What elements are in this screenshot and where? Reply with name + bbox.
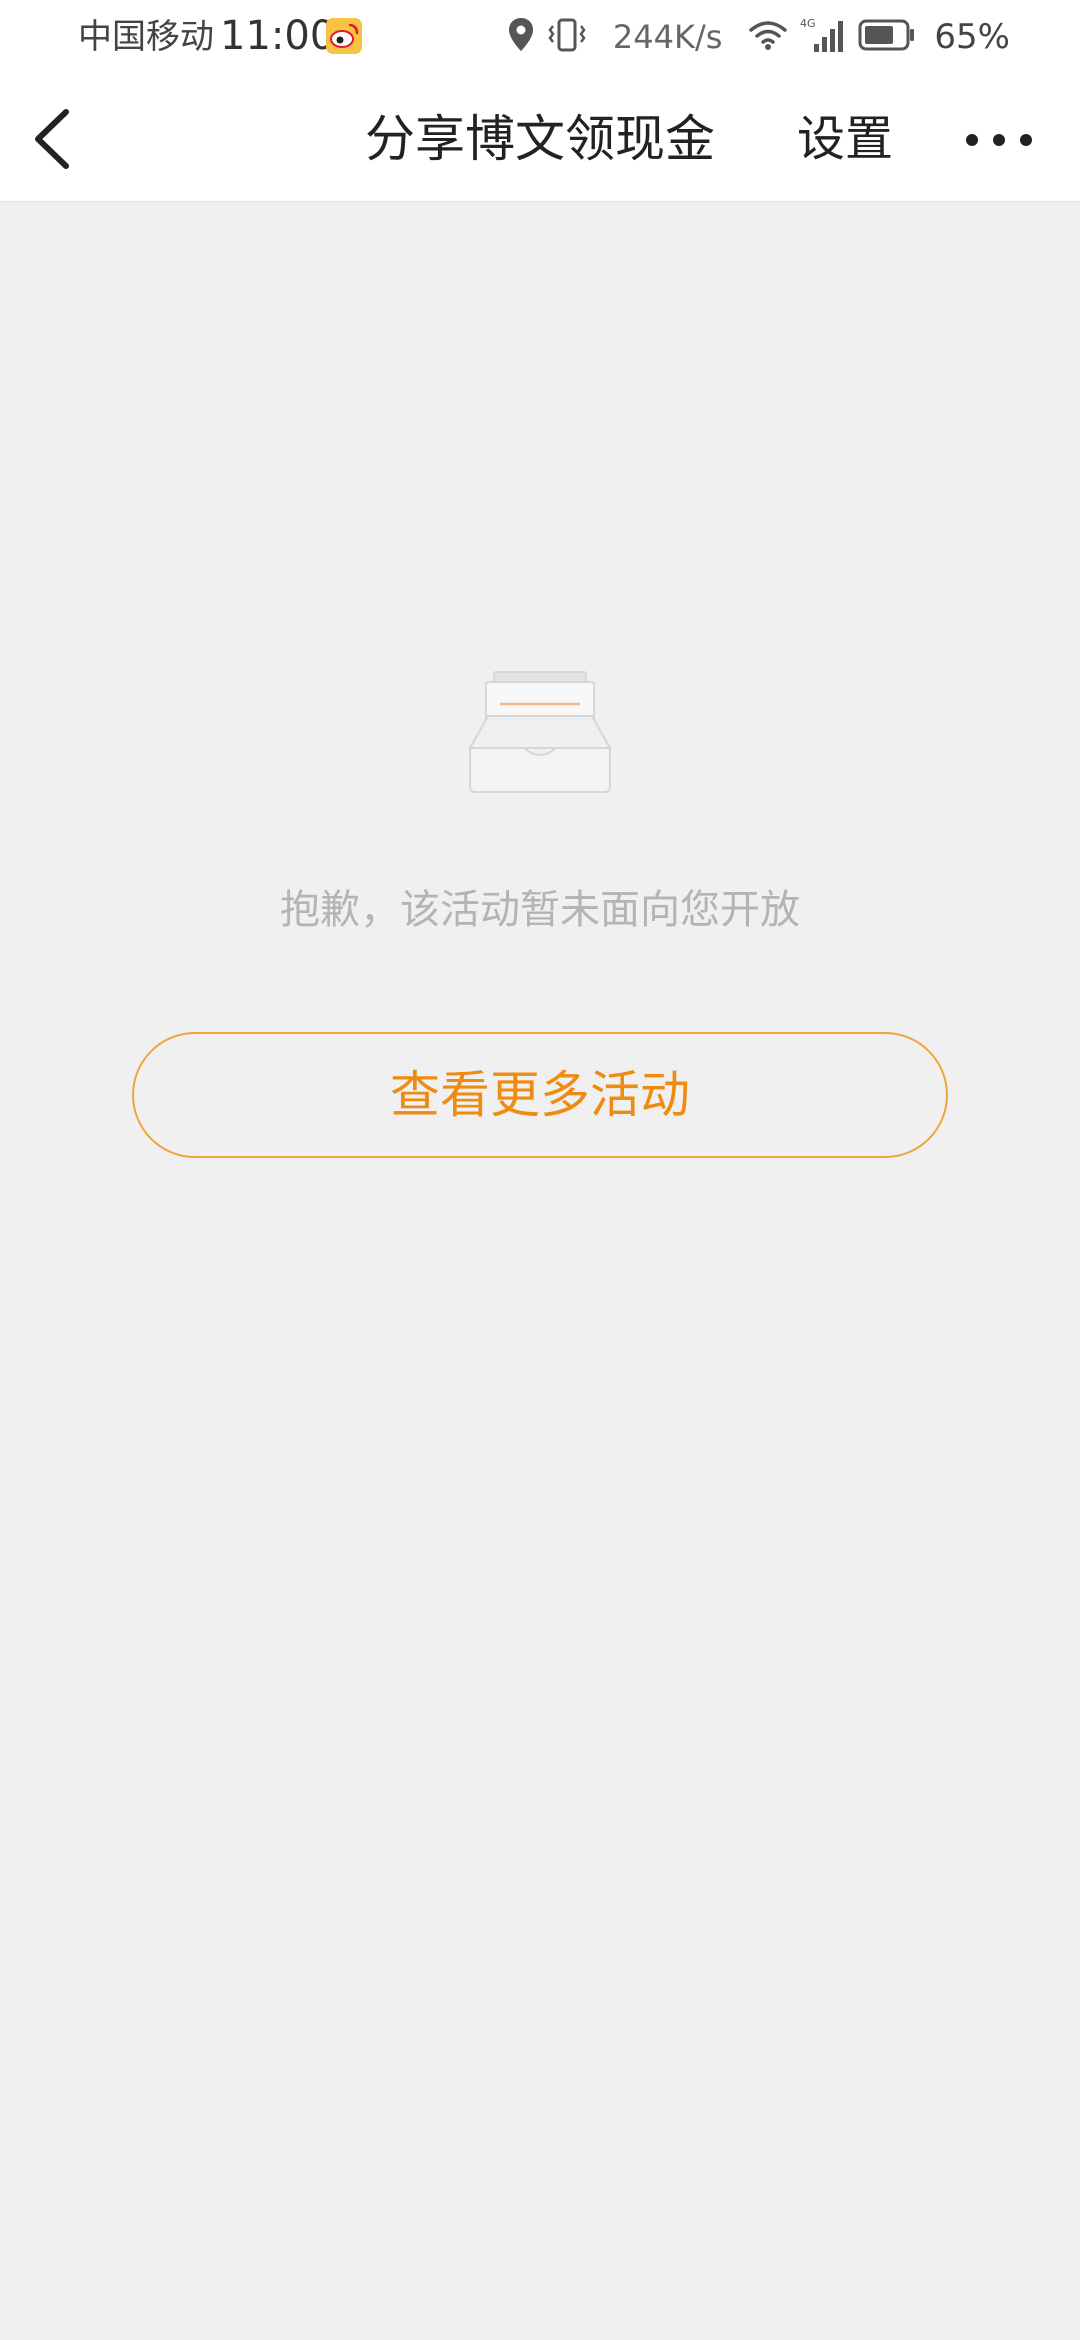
network-speed: 244K/s	[612, 18, 723, 56]
view-more-activities-button[interactable]: 查看更多活动	[132, 1032, 948, 1158]
more-button[interactable]	[954, 110, 1044, 170]
vibrate-icon	[547, 16, 587, 58]
battery-percent: 65%	[934, 17, 1010, 57]
clock-time: 11:00	[220, 13, 336, 59]
location-icon	[507, 16, 535, 58]
wifi-icon	[748, 18, 788, 56]
back-button[interactable]	[24, 104, 94, 174]
back-arrow-icon	[35, 109, 69, 169]
navigation-bar: 分享博文领现金 设置	[0, 76, 1080, 202]
more-dots-icon	[966, 134, 1032, 146]
signal-icon: 4G	[800, 16, 846, 58]
status-bar: 中国移动 11:00 244K/s 4G 65%	[0, 0, 1080, 76]
empty-inbox-icon	[466, 666, 614, 796]
carrier-name: 中国移动	[78, 17, 214, 57]
network-type-label: 4G	[800, 17, 816, 30]
weibo-icon	[326, 18, 362, 54]
page-title: 分享博文领现金	[365, 110, 715, 168]
status-icons: 244K/s 4G 65%	[507, 12, 1010, 62]
battery-icon	[858, 18, 916, 56]
empty-state-message: 抱歉，该活动暂未面向您开放	[280, 887, 800, 933]
settings-button[interactable]: 设置	[780, 102, 910, 176]
